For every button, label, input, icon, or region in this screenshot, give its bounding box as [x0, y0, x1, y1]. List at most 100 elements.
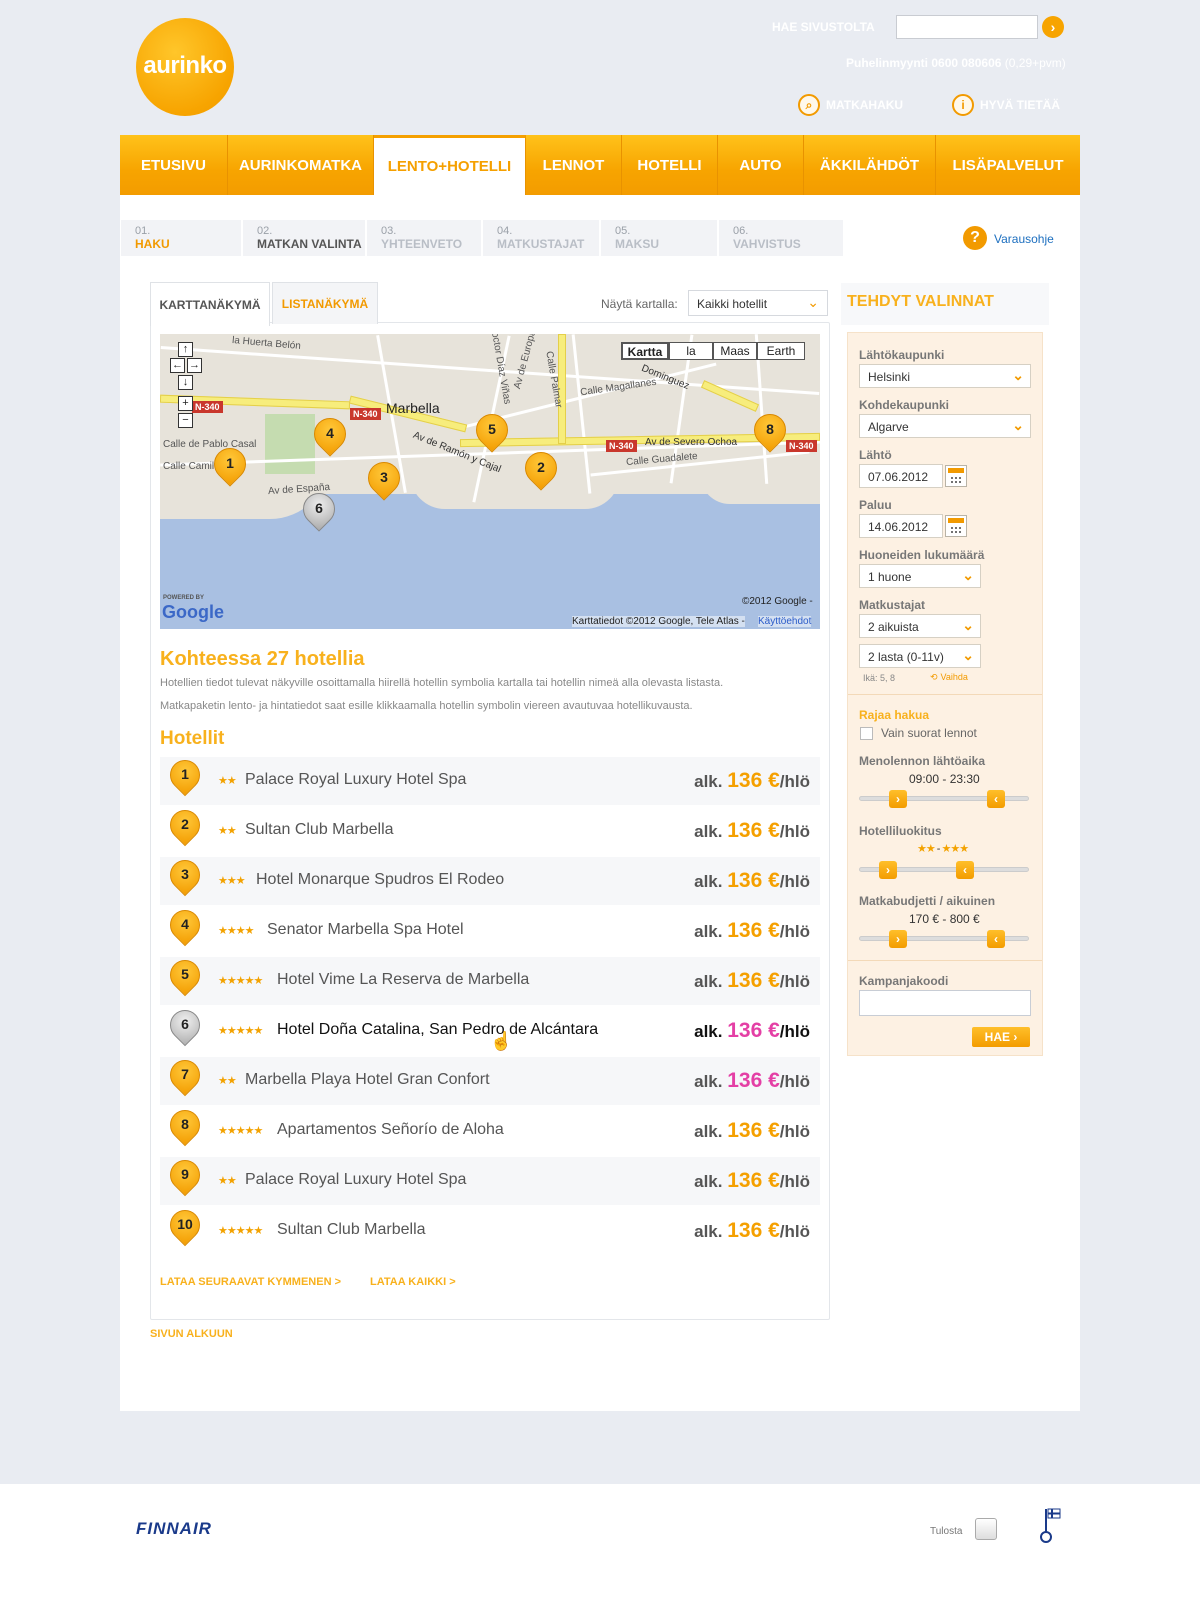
- map-type-kartta[interactable]: Kartta: [621, 342, 669, 360]
- map-marker[interactable]: 6: [296, 486, 342, 533]
- booking-help-link[interactable]: Varausohje: [994, 232, 1054, 246]
- printer-icon[interactable]: [975, 1518, 997, 1540]
- phone-number: Puhelinmyynti 0600 080606: [846, 56, 1002, 70]
- return-date-input[interactable]: 14.06.2012: [859, 514, 943, 538]
- slider-handle-max[interactable]: ‹: [987, 930, 1005, 948]
- step-label: YHTEENVETO: [381, 237, 463, 251]
- children-select[interactable]: 2 lasta (0-11v) ⌄: [859, 644, 981, 668]
- step-haku[interactable]: 01. HAKU: [121, 220, 241, 256]
- map-marker[interactable]: 4: [307, 411, 353, 458]
- hotel-pin-icon: 8: [163, 1103, 207, 1152]
- hotel-row[interactable]: 8 ★★★★★ Apartamentos Señorío de Aloha al…: [160, 1103, 820, 1155]
- map-marker[interactable]: 3: [361, 455, 407, 502]
- hotel-name[interactable]: Senator Marbella Spa Hotel: [267, 921, 464, 939]
- nav-aurinkomatka[interactable]: AURINKOMATKA: [228, 135, 374, 195]
- calendar-icon[interactable]: [945, 465, 967, 487]
- hotel-number: 7: [181, 1066, 189, 1082]
- hotel-row[interactable]: 3 ★★★ Hotel Monarque Spudros El Rodeo al…: [160, 853, 820, 905]
- map-terms-link[interactable]: Käyttöehdot: [758, 616, 812, 627]
- campaign-code-input[interactable]: [859, 990, 1031, 1016]
- slider-handle-min[interactable]: ›: [879, 861, 897, 879]
- nav-lennot[interactable]: LENNOT: [526, 135, 622, 195]
- change-label: Vaihda: [940, 672, 968, 682]
- load-next-ten-link[interactable]: LATAA SEURAAVAT KYMMENEN >: [160, 1276, 341, 1288]
- map-filter-select[interactable]: Kaikki hotellit ⌄: [688, 290, 828, 316]
- nav-lisapalvelut[interactable]: LISÄPALVELUT: [936, 135, 1080, 195]
- pan-down-icon[interactable]: ↓: [178, 375, 193, 390]
- aurinko-logo[interactable]: aurinko: [136, 18, 234, 116]
- travellers-label: Matkustajat: [859, 598, 926, 612]
- zoom-in-icon[interactable]: +: [178, 396, 193, 411]
- hotel-name[interactable]: Palace Royal Luxury Hotel Spa: [245, 771, 466, 789]
- step-maksu: 05. MAKSU: [601, 220, 717, 256]
- price-suffix: /hlö: [779, 1022, 810, 1041]
- map-type-maas[interactable]: Maas: [713, 342, 757, 360]
- slider-handle-max[interactable]: ‹: [987, 790, 1005, 808]
- map-filter-value: Kaikki hotellit: [697, 297, 768, 311]
- print-label[interactable]: Tulosta: [930, 1526, 962, 1537]
- slider-handle-min[interactable]: ›: [889, 790, 907, 808]
- site-search-input[interactable]: [896, 15, 1038, 39]
- dest-city-select[interactable]: Algarve ⌄: [859, 414, 1031, 438]
- tab-list-view[interactable]: LISTANÄKYMÄ: [272, 282, 378, 324]
- nav-auto[interactable]: AUTO: [718, 135, 804, 195]
- map-city-label: Marbella: [386, 400, 440, 416]
- map-marker[interactable]: 5: [469, 407, 515, 454]
- nav-etusivu[interactable]: ETUSIVU: [120, 135, 228, 195]
- hotel-row[interactable]: 10 ★★★★★ Sultan Club Marbella alk. 136 €…: [160, 1203, 820, 1255]
- step-number: 03.: [381, 225, 397, 237]
- hotel-row[interactable]: 1 ★★ Palace Royal Luxury Hotel Spa alk. …: [160, 753, 820, 805]
- load-all-link[interactable]: LATAA KAIKKI >: [370, 1276, 456, 1288]
- search-go-button[interactable]: ›: [1042, 16, 1064, 38]
- trip-search-link[interactable]: ⌕ MATKAHAKU: [798, 94, 903, 116]
- finnair-logo[interactable]: FINNAIR: [136, 1519, 212, 1539]
- direct-flights-checkbox[interactable]: [860, 727, 873, 740]
- hotel-name[interactable]: Hotel Vime La Reserva de Marbella: [277, 971, 529, 989]
- nav-lento-hotelli[interactable]: LENTO+HOTELLI: [374, 135, 526, 195]
- hotel-row[interactable]: 7 ★★ Marbella Playa Hotel Gran Confort a…: [160, 1053, 820, 1105]
- price-prefix: alk.: [694, 772, 723, 791]
- pan-left-icon[interactable]: ←: [170, 358, 185, 373]
- depart-date-label: Lähtö: [859, 448, 892, 462]
- map-marker[interactable]: 8: [747, 407, 793, 454]
- hotel-map[interactable]: la Huerta Belón Calle de Pablo Casal Cal…: [160, 334, 820, 629]
- hotel-name[interactable]: Hotel Doña Catalina, San Pedro de Alcánt…: [277, 1021, 598, 1039]
- pan-right-icon[interactable]: →: [187, 358, 202, 373]
- map-street: [571, 334, 592, 494]
- hotel-row[interactable]: 5 ★★★★★ Hotel Vime La Reserva de Marbell…: [160, 953, 820, 1005]
- hotel-name[interactable]: Sultan Club Marbella: [245, 821, 394, 839]
- hotel-name[interactable]: Palace Royal Luxury Hotel Spa: [245, 1171, 466, 1189]
- search-button[interactable]: HAE ›: [972, 1027, 1030, 1047]
- rooms-select[interactable]: 1 huone ⌄: [859, 564, 981, 588]
- google-logo: Google: [162, 602, 224, 622]
- map-marker[interactable]: 1: [207, 441, 253, 488]
- hotel-name[interactable]: Sultan Club Marbella: [277, 1221, 426, 1239]
- chevron-down-icon: ⌄: [962, 617, 974, 633]
- hotel-row[interactable]: 6 ★★★★★ Hotel Doña Catalina, San Pedro d…: [160, 1003, 820, 1055]
- pan-up-icon[interactable]: ↑: [178, 342, 193, 357]
- hotel-row[interactable]: 2 ★★ Sultan Club Marbella alk. 136 €/hlö: [160, 803, 820, 855]
- map-type-earth[interactable]: Earth: [757, 342, 805, 360]
- slider-handle-max[interactable]: ‹: [956, 861, 974, 879]
- adults-select[interactable]: 2 aikuista ⌄: [859, 614, 981, 638]
- hotel-row[interactable]: 4 ★★★★ Senator Marbella Spa Hotel alk. 1…: [160, 903, 820, 955]
- tab-map-view[interactable]: KARTTANÄKYMÄ: [150, 282, 270, 326]
- change-ages-link[interactable]: ⟲ Vaihda: [930, 672, 968, 683]
- map-type-la[interactable]: la: [669, 342, 713, 360]
- depart-date-input[interactable]: 07.06.2012: [859, 464, 943, 488]
- nav-hotelli[interactable]: HOTELLI: [622, 135, 718, 195]
- nav-akkilahdot[interactable]: ÄKKILÄHDÖT: [804, 135, 936, 195]
- slider-handle-min[interactable]: ›: [889, 930, 907, 948]
- zoom-out-icon[interactable]: −: [178, 413, 193, 428]
- departure-city-select[interactable]: Helsinki ⌄: [859, 364, 1031, 388]
- help-icon[interactable]: ?: [963, 226, 987, 250]
- hotel-name[interactable]: Apartamentos Señorío de Aloha: [277, 1121, 504, 1139]
- map-marker[interactable]: 2: [518, 445, 564, 492]
- hotel-name[interactable]: Hotel Monarque Spudros El Rodeo: [256, 871, 504, 889]
- budget-label: Matkabudjetti / aikuinen: [859, 894, 996, 908]
- hotel-name[interactable]: Marbella Playa Hotel Gran Confort: [245, 1071, 490, 1089]
- good-to-know-link[interactable]: i HYVÄ TIETÄÄ: [952, 94, 1060, 116]
- calendar-icon[interactable]: [945, 515, 967, 537]
- back-to-top-link[interactable]: SIVUN ALKUUN: [150, 1328, 233, 1340]
- hotel-row[interactable]: 9 ★★ Palace Royal Luxury Hotel Spa alk. …: [160, 1153, 820, 1205]
